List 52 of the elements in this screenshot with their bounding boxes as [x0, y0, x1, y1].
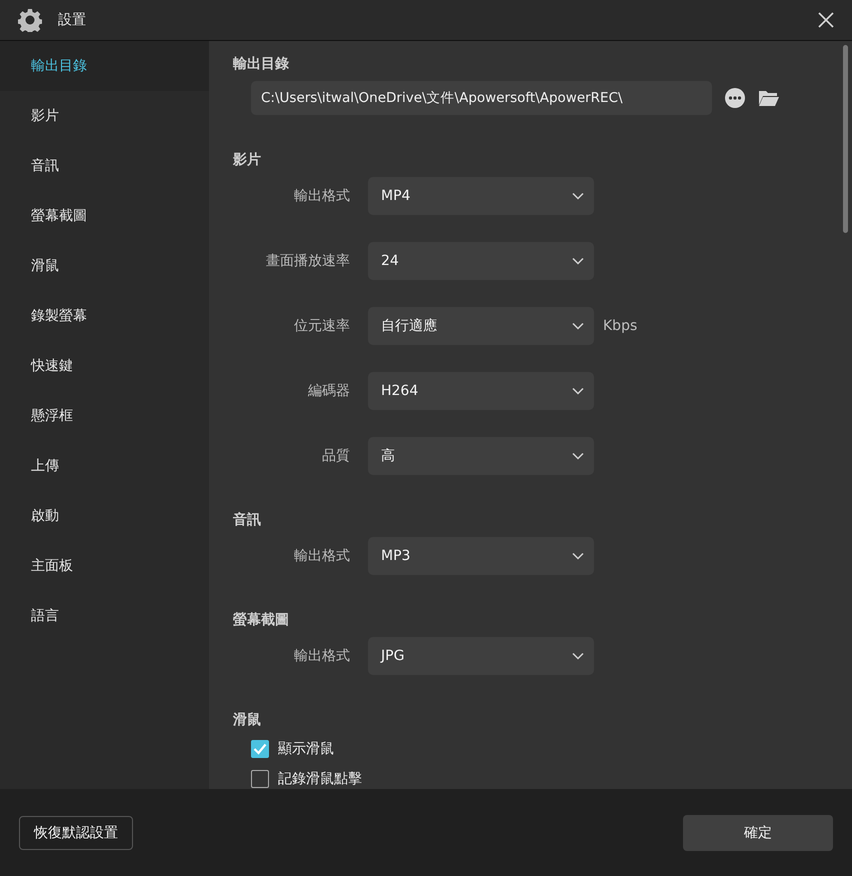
unit-label: Kbps: [603, 318, 638, 334]
sidebar-item[interactable]: 音訊: [0, 141, 209, 191]
section-title: 螢幕截圖: [233, 611, 290, 630]
section-title: 輸出目錄: [233, 55, 290, 74]
dropdown[interactable]: JPG: [368, 637, 594, 675]
sidebar-item[interactable]: 懸浮框: [0, 391, 209, 441]
chevron-down-icon: [572, 387, 584, 395]
field-label: 位元速率: [293, 317, 350, 335]
close-button[interactable]: [816, 10, 836, 30]
chevron-down-icon: [572, 452, 584, 460]
field-label: 輸出格式: [293, 647, 350, 665]
reset-button[interactable]: 恢復默認設置: [19, 816, 133, 850]
checkbox-label[interactable]: 顯示滑鼠: [278, 740, 334, 758]
gear-icon: [18, 8, 42, 32]
path-field[interactable]: C:\Users\itwal\OneDrive\文件\Apowersoft\ApowerREC\: [251, 81, 712, 115]
section-title: 影片: [233, 151, 262, 170]
scrollbar-thumb[interactable]: [843, 45, 848, 233]
field-label: 品質: [321, 447, 350, 465]
dropdown[interactable]: H264: [368, 372, 594, 410]
section-title: 滑鼠: [233, 711, 262, 730]
dropdown[interactable]: MP3: [368, 537, 594, 575]
chevron-down-icon: [572, 322, 584, 330]
window-title: 設置: [58, 11, 87, 29]
checkbox-label[interactable]: 記錄滑鼠點擊: [278, 770, 362, 788]
sidebar-item[interactable]: 主面板: [0, 541, 209, 591]
field-label: 畫面播放速率: [265, 252, 350, 270]
sidebar-item[interactable]: 快速鍵: [0, 341, 209, 391]
chevron-down-icon: [572, 552, 584, 560]
sidebar-item[interactable]: 語言: [0, 591, 209, 641]
sidebar-item[interactable]: 影片: [0, 91, 209, 141]
sidebar-item[interactable]: 錄製螢幕: [0, 291, 209, 341]
sidebar-item[interactable]: 螢幕截圖: [0, 191, 209, 241]
field-label: 輸出格式: [293, 187, 350, 205]
dropdown[interactable]: 24: [368, 242, 594, 280]
field-label: 編碼器: [307, 382, 350, 400]
sidebar-item[interactable]: 啟動: [0, 491, 209, 541]
sidebar-item[interactable]: 滑鼠: [0, 241, 209, 291]
sidebar-item[interactable]: 上傳: [0, 441, 209, 491]
confirm-button[interactable]: 確定: [683, 814, 833, 850]
chevron-down-icon: [572, 192, 584, 200]
dropdown[interactable]: 高: [368, 437, 594, 475]
dropdown[interactable]: 自行適應: [368, 307, 594, 345]
folder-button[interactable]: [758, 89, 780, 107]
checkbox[interactable]: [251, 740, 269, 758]
dropdown[interactable]: MP4: [368, 177, 594, 215]
sidebar-item[interactable]: 輸出目錄: [0, 41, 209, 91]
chevron-down-icon: [572, 257, 584, 265]
section-title: 音訊: [233, 511, 262, 530]
chevron-down-icon: [572, 652, 584, 660]
more-button[interactable]: [724, 87, 746, 109]
checkbox[interactable]: [251, 770, 269, 788]
field-label: 輸出格式: [293, 547, 350, 565]
